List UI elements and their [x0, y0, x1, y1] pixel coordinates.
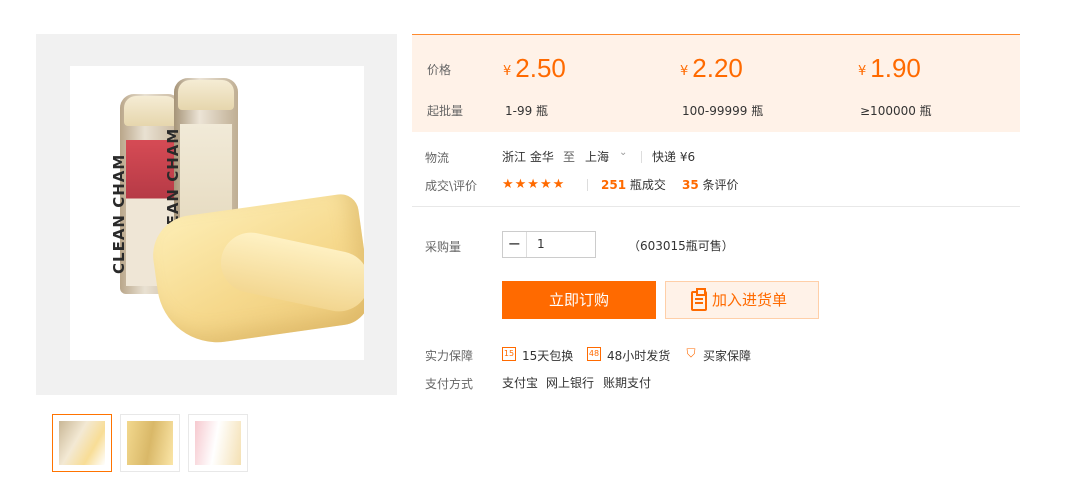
thumbnail-1[interactable]: [52, 414, 112, 472]
payment-alipay[interactable]: 支付宝: [502, 374, 538, 391]
payment-credit[interactable]: 账期支付: [603, 374, 651, 391]
minus-icon[interactable]: −: [503, 232, 527, 257]
stock-available: （603015瓶可售）: [628, 239, 734, 253]
thumbnail-strip: [52, 414, 248, 472]
logistics-label: 物流: [425, 151, 450, 165]
thumbnail-2[interactable]: [120, 414, 180, 472]
price-label: 价格: [427, 63, 452, 77]
reviews-label: 成交\评价: [425, 179, 478, 193]
section-divider: [412, 206, 1020, 207]
guarantee-delivery[interactable]: 48小时发货: [607, 347, 670, 364]
exchange-icon: 15: [502, 347, 516, 361]
product-main-image[interactable]: CLEAN CHAM CLEAN CHAM: [36, 34, 397, 395]
price-tier-1: ¥2.50: [503, 53, 566, 83]
moq-label: 起批量: [427, 104, 464, 118]
clipboard-icon: [691, 288, 707, 311]
deals-count[interactable]: 251 瓶成交: [601, 176, 666, 193]
guarantee-exchange[interactable]: 15天包换: [522, 347, 573, 364]
quantity-input[interactable]: 1: [537, 237, 545, 251]
price-tier-3: ¥1.90: [858, 53, 921, 83]
divider: [587, 179, 588, 191]
price-tier-2: ¥2.20: [680, 53, 743, 83]
payment-label: 支付方式: [425, 377, 474, 391]
ship-to-select[interactable]: 上海: [585, 148, 609, 165]
range-tier-2: 100-99999 瓶: [682, 104, 764, 118]
rating-stars-icon: ★★★★★: [502, 177, 566, 192]
price-panel: 价格 起批量 ¥2.50 ¥2.20 ¥1.90 1-99 瓶 100-9999…: [412, 34, 1020, 132]
payment-online-bank[interactable]: 网上银行: [546, 374, 594, 391]
ship-to-word: 至: [563, 150, 576, 164]
quantity-label: 采购量: [425, 240, 462, 254]
thumbnail-3[interactable]: [188, 414, 248, 472]
guarantee-label: 实力保障: [425, 349, 474, 363]
chevron-down-icon[interactable]: ⌄: [619, 147, 627, 158]
shield-icon: ⛉: [686, 346, 696, 360]
divider: [641, 151, 642, 163]
add-to-cart-button[interactable]: 加入进货单: [665, 281, 819, 319]
delivery-icon: 48: [587, 347, 601, 361]
review-count[interactable]: 35 条评价: [682, 176, 739, 193]
range-tier-1: 1-99 瓶: [505, 104, 549, 118]
ship-from: 浙江 金华: [502, 150, 554, 164]
shipping-fee: 快递 ¥6: [652, 150, 696, 164]
range-tier-3: ≥100000 瓶: [860, 104, 932, 118]
quantity-stepper: − 1: [502, 231, 596, 258]
guarantee-buyer[interactable]: 买家保障: [703, 347, 751, 364]
buy-now-button[interactable]: 立即订购: [502, 281, 656, 319]
product-photo: CLEAN CHAM CLEAN CHAM: [70, 66, 364, 360]
